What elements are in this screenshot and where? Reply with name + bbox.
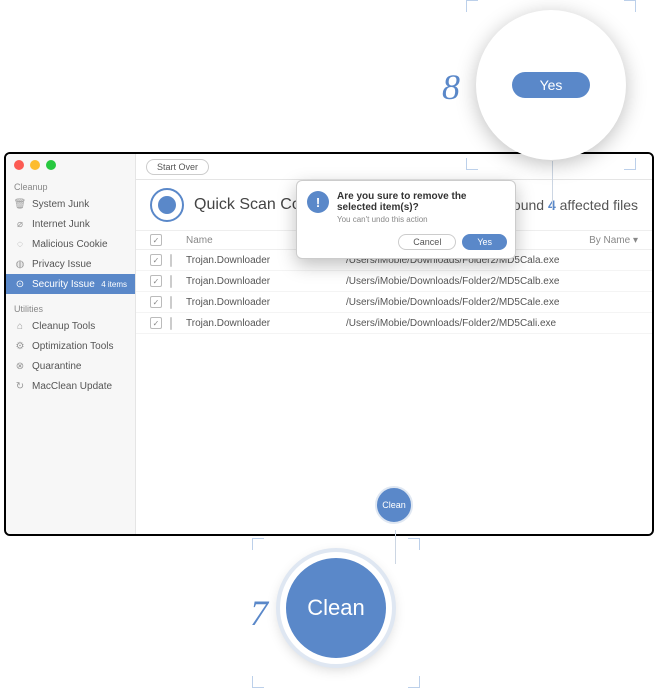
row-checkbox[interactable]: ✓ [150, 254, 162, 266]
sidebar-item-label: Internet Junk [32, 219, 90, 230]
table-row[interactable]: ✓ Trojan.Downloader /Users/iMobie/Downlo… [136, 313, 652, 334]
update-icon: ↻ [14, 380, 26, 392]
sidebar-item-cleanup-tools[interactable]: ⌂ Cleanup Tools [6, 316, 135, 336]
exclamation-icon: ! [307, 191, 329, 213]
scan-icon [150, 188, 184, 222]
sidebar-item-label: Privacy Issue [32, 259, 91, 270]
row-checkbox[interactable]: ✓ [150, 296, 162, 308]
sidebar-item-label: Malicious Cookie [32, 239, 108, 250]
confirm-dialog: ! Are you sure to remove the selected it… [296, 180, 516, 259]
trash-icon: 🗑 [14, 198, 26, 210]
annotation-number-7: 7 [250, 592, 268, 634]
threat-name: Trojan.Downloader [186, 297, 346, 308]
yes-button[interactable]: Yes [462, 234, 507, 250]
file-icon [170, 254, 172, 267]
sidebar-item-optimization-tools[interactable]: ⚙ Optimization Tools [6, 336, 135, 356]
minimize-icon[interactable] [30, 160, 40, 170]
sidebar-item-label: Optimization Tools [32, 341, 114, 352]
sidebar-header-utilities: Utilities [6, 300, 135, 316]
sidebar-item-internet-junk[interactable]: ⌀ Internet Junk [6, 214, 135, 234]
sidebar-item-label: Quarantine [32, 361, 81, 372]
file-icon [170, 275, 172, 288]
threat-name: Trojan.Downloader [186, 276, 346, 287]
sidebar-item-privacy-issue[interactable]: ◍ Privacy Issue [6, 254, 135, 274]
sort-dropdown[interactable]: By Name ▾ [578, 235, 638, 246]
found-text: Found 4 affected files [504, 197, 638, 213]
content-area: Start Over Quick Scan Co Found 4 affecte… [136, 154, 652, 534]
quarantine-icon: ⊗ [14, 360, 26, 372]
annotation-connector-clean [395, 530, 396, 564]
sidebar-item-label: Cleanup Tools [32, 321, 95, 332]
sidebar-item-quarantine[interactable]: ⊗ Quarantine [6, 356, 135, 376]
dialog-title: Are you sure to remove the selected item… [337, 191, 505, 213]
broom-icon: ⌂ [14, 320, 26, 332]
page-title: Quick Scan Co [194, 196, 301, 214]
sidebar-item-macclean-update[interactable]: ↻ MacClean Update [6, 376, 135, 396]
sidebar-item-badge: 4 items [101, 280, 127, 289]
select-all-checkbox[interactable]: ✓ [150, 234, 162, 246]
threat-path: /Users/iMobie/Downloads/Folder2/MD5Cale.… [346, 297, 638, 308]
threat-path: /Users/iMobie/Downloads/Folder2/MD5Calb.… [346, 276, 638, 287]
gear-icon: ⚙ [14, 340, 26, 352]
annotation-yes: 8 Yes [466, 0, 636, 170]
close-icon[interactable] [14, 160, 24, 170]
sidebar-header-cleanup: Cleanup [6, 178, 135, 194]
app-window: Cleanup 🗑 System Junk ⌀ Internet Junk ◌ … [4, 152, 654, 536]
row-checkbox[interactable]: ✓ [150, 275, 162, 287]
start-over-button[interactable]: Start Over [146, 159, 209, 175]
sidebar-item-malicious-cookie[interactable]: ◌ Malicious Cookie [6, 234, 135, 254]
sidebar-item-label: Security Issue [32, 279, 95, 290]
window-traffic-lights [14, 160, 56, 170]
zoom-icon[interactable] [46, 160, 56, 170]
globe-icon: ⌀ [14, 218, 26, 230]
sidebar-item-security-issue[interactable]: ⊙ Security Issue 4 items [6, 274, 135, 294]
table-row[interactable]: ✓ Trojan.Downloader /Users/iMobie/Downlo… [136, 292, 652, 313]
privacy-icon: ◍ [14, 258, 26, 270]
file-icon [170, 317, 172, 330]
annotation-yes-circle: Yes [476, 10, 626, 160]
annotation-yes-button[interactable]: Yes [512, 72, 591, 98]
file-icon [170, 296, 172, 309]
threat-name: Trojan.Downloader [186, 318, 346, 329]
sidebar-item-system-junk[interactable]: 🗑 System Junk [6, 194, 135, 214]
annotation-clean-button[interactable]: Clean [280, 552, 392, 664]
cancel-button[interactable]: Cancel [398, 234, 456, 250]
sidebar: Cleanup 🗑 System Junk ⌀ Internet Junk ◌ … [6, 154, 136, 534]
clean-button[interactable]: Clean [375, 486, 413, 524]
sidebar-item-label: MacClean Update [32, 381, 112, 392]
row-checkbox[interactable]: ✓ [150, 317, 162, 329]
threat-path: /Users/iMobie/Downloads/Folder2/MD5Cali.… [346, 318, 638, 329]
found-suffix: affected files [556, 197, 638, 213]
table-row[interactable]: ✓ Trojan.Downloader /Users/iMobie/Downlo… [136, 271, 652, 292]
cookie-icon: ◌ [14, 238, 26, 250]
sidebar-item-label: System Junk [32, 199, 89, 210]
shield-icon: ⊙ [14, 278, 26, 290]
annotation-number-8: 8 [442, 66, 460, 108]
dialog-subtitle: You can't undo this action [337, 215, 505, 224]
